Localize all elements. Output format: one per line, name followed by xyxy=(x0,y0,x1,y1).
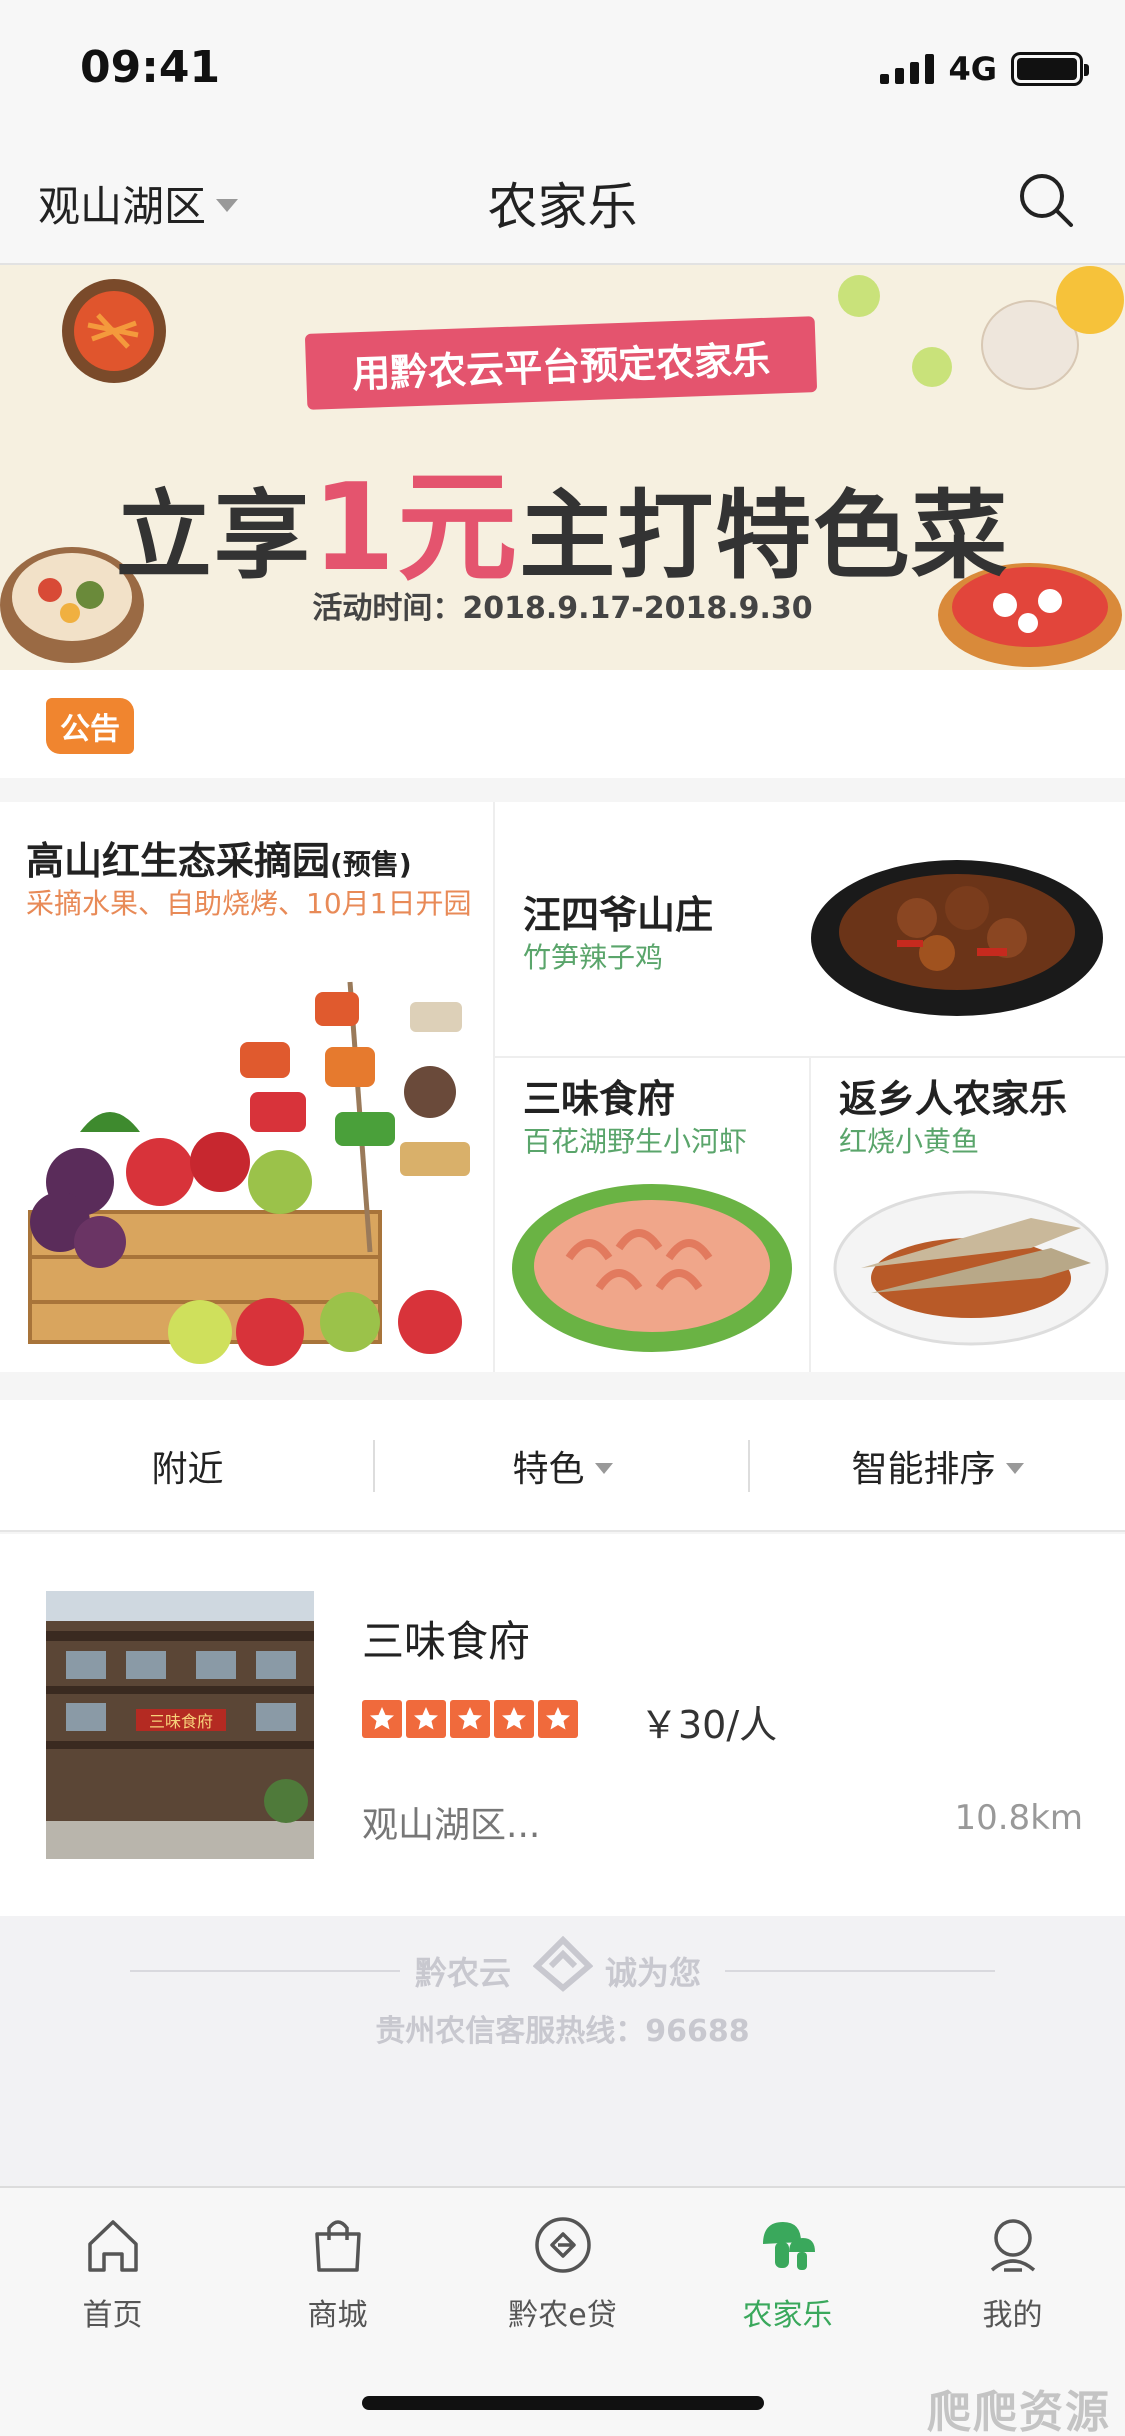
battery-icon xyxy=(1011,52,1089,86)
star-rating xyxy=(362,1700,578,1738)
promo-subtitle: 采摘水果、自助烧烤、10月1日开园 xyxy=(26,887,472,920)
watermark: 爬爬资源 xyxy=(927,2387,1111,2436)
filter-sort[interactable]: 智能排序 xyxy=(750,1400,1125,1532)
status-indicators: 4G xyxy=(880,50,1089,88)
page-title: 农家乐 xyxy=(487,178,638,236)
tab-farmhouse[interactable]: 农家乐 xyxy=(675,2214,900,2334)
restaurant-distance: 10.8km xyxy=(954,1798,1083,1838)
tab-label: 首页 xyxy=(82,2298,143,2333)
eggs-image xyxy=(981,266,1124,390)
filter-label: 智能排序 xyxy=(851,1449,996,1490)
search-icon[interactable] xyxy=(1017,171,1075,229)
tab-label: 商城 xyxy=(307,2298,368,2333)
decor-dot xyxy=(912,347,952,387)
filter-nearby[interactable]: 附近 xyxy=(0,1400,375,1532)
profile-icon xyxy=(990,2219,1035,2272)
promo-card-fanxiangren[interactable]: 返乡人农家乐 红烧小黄鱼 xyxy=(811,1058,1125,1372)
tab-profile[interactable]: 我的 xyxy=(900,2214,1125,2334)
restaurant-sign-text: 三味食府 xyxy=(148,1712,213,1731)
tab-label: 我的 xyxy=(982,2298,1043,2333)
headline-highlight: 1元 xyxy=(311,459,520,598)
promo-title: 返乡人农家乐 xyxy=(839,1077,1068,1121)
filter-label: 附近 xyxy=(151,1449,224,1490)
filter-feature[interactable]: 特色 xyxy=(375,1400,750,1532)
brand-slogan: 诚为您 xyxy=(605,1954,702,1992)
shopping-bag-icon xyxy=(314,2220,361,2272)
status-bar: 09:41 4G xyxy=(0,0,1125,135)
promo-tag: (预售) xyxy=(330,848,412,881)
banner-ribbon: 用黔农云平台预定农家乐 xyxy=(304,316,818,410)
filter-label: 特色 xyxy=(512,1449,585,1490)
banner-date: 活动时间：2018.9.17-2018.9.30 xyxy=(312,591,813,626)
home-indicator[interactable] xyxy=(362,2396,764,2410)
promo-title: 高山红生态采摘园(预售) xyxy=(26,839,412,883)
divider xyxy=(130,1970,400,1972)
yellow-fish-dish-image xyxy=(833,1190,1109,1346)
promo-title: 汪四爷山庄 xyxy=(523,893,714,937)
chevron-down-icon xyxy=(1005,1462,1024,1474)
mushroom-icon xyxy=(762,2222,815,2270)
loan-icon xyxy=(534,2217,591,2273)
promo-banner[interactable]: 用黔农云平台预定农家乐 立享1元主打特色菜 活动时间：2018.9.17-201… xyxy=(0,265,1125,670)
tab-home[interactable]: 首页 xyxy=(0,2214,225,2334)
river-shrimp-dish-image xyxy=(512,1184,792,1352)
headline-pre: 立享 xyxy=(115,480,312,592)
brand-name: 黔农云 xyxy=(415,1954,512,1992)
tab-loan[interactable]: 黔农e贷 xyxy=(450,2214,675,2334)
spicy-chicken-dish-image xyxy=(811,860,1103,1016)
list-item[interactable]: 三味食府 三味食府 ￥30/人 观山湖区... 10.8km xyxy=(0,1534,1125,1916)
banner-headline: 立享1元主打特色菜 xyxy=(0,430,1125,604)
tab-mall[interactable]: 商城 xyxy=(225,2214,450,2334)
network-type: 4G xyxy=(948,50,997,88)
star-icon xyxy=(362,1700,402,1738)
tab-label: 农家乐 xyxy=(742,2298,833,2333)
promo-grid: 高山红生态采摘园(预售) 采摘水果、自助烧烤、10月1日开园 汪四爷山庄 竹笋辣… xyxy=(0,802,1125,1372)
promo-title: 三味食府 xyxy=(523,1077,676,1121)
restaurant-address: 观山湖区... xyxy=(362,1805,541,1846)
star-icon xyxy=(450,1700,490,1738)
price-per-person: ￥30/人 xyxy=(640,1703,778,1747)
promo-subtitle: 红烧小黄鱼 xyxy=(839,1125,980,1158)
notice-badge: 公告 xyxy=(46,698,134,754)
fruit-basket-image xyxy=(28,981,470,1366)
promo-subtitle: 竹笋辣子鸡 xyxy=(523,941,664,974)
filter-bar: 附近 特色 智能排序 xyxy=(0,1400,1125,1532)
tab-label: 黔农e贷 xyxy=(508,2298,617,2333)
chevron-down-icon xyxy=(594,1462,613,1474)
decor-dot xyxy=(838,275,880,317)
nav-bar: 观山湖区 农家乐 xyxy=(0,135,1125,265)
promo-card-sanwei[interactable]: 三味食府 百花湖野生小河虾 xyxy=(495,1058,809,1372)
salad-bowl-image xyxy=(62,279,166,383)
promo-subtitle: 百花湖野生小河虾 xyxy=(523,1125,748,1158)
signal-icon xyxy=(880,54,935,84)
restaurant-name: 三味食府 xyxy=(362,1617,531,1666)
status-time: 09:41 xyxy=(80,42,221,93)
hotline-text: 贵州农信客服热线：96688 xyxy=(375,2014,750,2049)
star-icon xyxy=(494,1700,534,1738)
notice-row[interactable]: 公告 xyxy=(0,670,1125,778)
promo-card-picking-garden[interactable]: 高山红生态采摘园(预售) 采摘水果、自助烧烤、10月1日开园 xyxy=(0,802,493,1372)
star-icon xyxy=(406,1700,446,1738)
restaurant-photo: 三味食府 xyxy=(46,1591,314,1859)
star-icon xyxy=(538,1700,578,1738)
divider xyxy=(725,1970,995,1972)
brand-logo-icon xyxy=(533,1936,593,1992)
headline-post: 主打特色菜 xyxy=(519,480,1010,592)
promo-card-wangsiye[interactable]: 汪四爷山庄 竹笋辣子鸡 xyxy=(495,802,1125,1056)
home-icon xyxy=(87,2220,138,2272)
footer-brand: 黔农云 诚为您 贵州农信客服热线：96688 xyxy=(0,1916,1125,2186)
